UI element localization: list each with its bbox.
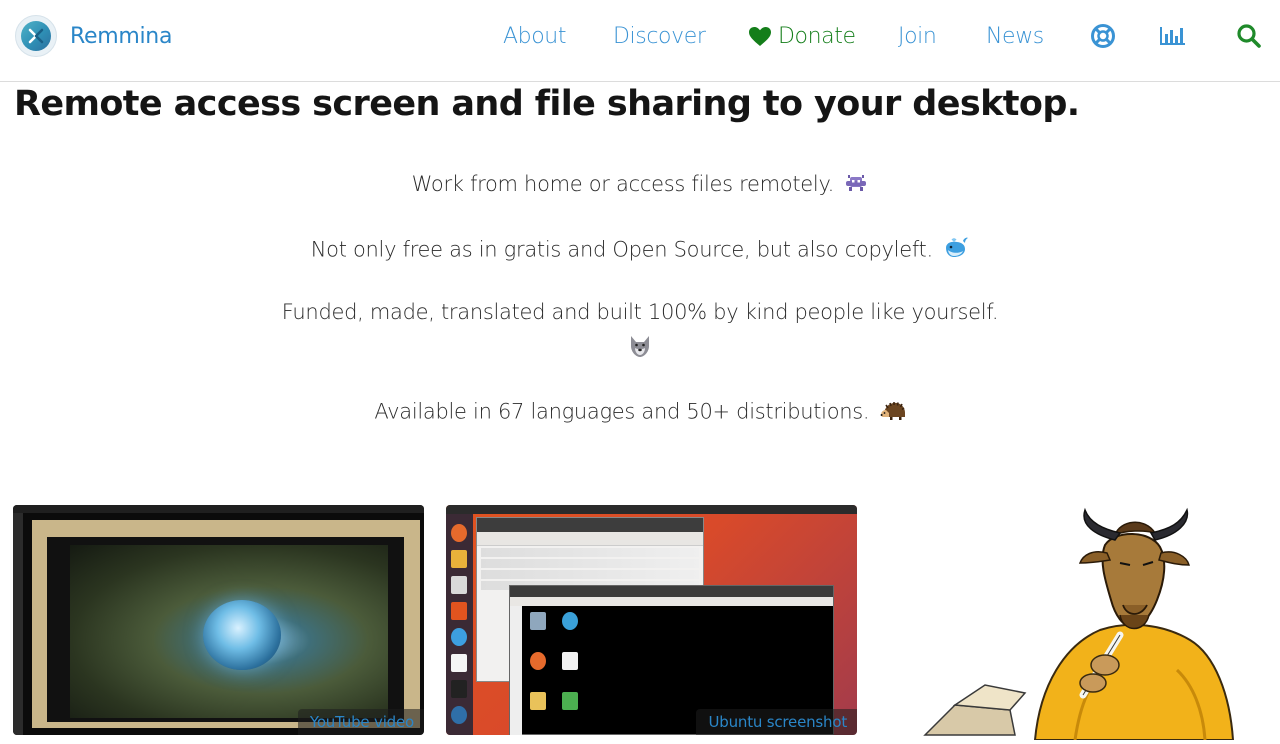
tagline-remote-text: Work from home or access files remotely. xyxy=(411,172,835,196)
nav-link-discover[interactable]: Discover xyxy=(613,24,706,49)
space-invader-icon xyxy=(844,173,868,198)
nav-link-news[interactable]: News xyxy=(986,24,1044,49)
tagline-remote: Work from home or access files remotely. xyxy=(0,172,1280,198)
network-icon xyxy=(562,612,578,630)
amazon-icon xyxy=(451,654,467,672)
winzip-icon xyxy=(562,692,578,710)
search-icon[interactable] xyxy=(1235,22,1263,50)
nav-item-join: Join xyxy=(898,0,937,72)
terminal-icon xyxy=(451,680,467,698)
ubuntu-dock xyxy=(446,514,473,735)
gnu-mascot-illustration xyxy=(923,507,1235,740)
tagline-copyleft-text: Not only free as in gratis and Open Sour… xyxy=(310,237,933,262)
nav-item-news: News xyxy=(986,0,1044,72)
nav-item-donate: Donate xyxy=(748,0,856,72)
folder-icon xyxy=(530,692,546,710)
nav-link-join[interactable]: Join xyxy=(898,24,937,49)
brand-name: Remmina xyxy=(70,23,173,49)
site-header: Remmina About Discover Donate Join News xyxy=(0,0,1280,82)
nav-link-donate-label: Donate xyxy=(778,23,856,49)
tagline-languages: Available in 67 languages and 50+ distri… xyxy=(0,399,1280,426)
nav-item-discover: Discover xyxy=(613,0,706,72)
firefox-icon xyxy=(451,524,467,542)
tagline-copyleft: Not only free as in gratis and Open Sour… xyxy=(0,236,1280,265)
heart-icon xyxy=(749,26,771,46)
wolf-icon xyxy=(627,333,653,364)
tagline-languages-text: Available in 67 languages and 50+ distri… xyxy=(374,399,870,424)
office-icon xyxy=(451,576,467,594)
brand-link[interactable]: Remmina xyxy=(15,15,172,57)
document-icon xyxy=(562,652,578,670)
page-title: Remote access screen and file sharing to… xyxy=(14,84,1080,124)
whale-icon xyxy=(943,236,969,265)
tagline-funded: Funded, made, translated and built 100% … xyxy=(281,300,999,324)
recycle-bin-icon xyxy=(530,612,546,630)
nav-link-about[interactable]: About xyxy=(503,24,566,49)
help-icon[interactable] xyxy=(1089,22,1117,50)
ubuntu-screenshot-thumbnail[interactable]: Ubuntu screenshot xyxy=(446,505,857,735)
files-icon xyxy=(451,550,467,568)
stats-icon[interactable] xyxy=(1158,22,1186,50)
remmina-app-icon xyxy=(451,706,467,724)
nav-link-donate[interactable]: Donate xyxy=(748,24,856,49)
ubuntu-screenshot-caption: Ubuntu screenshot xyxy=(696,709,857,735)
hedgehog-icon xyxy=(880,399,906,426)
lightbulb-image xyxy=(203,600,281,670)
help-app-icon xyxy=(451,628,467,646)
remmina-logo-icon xyxy=(15,15,57,57)
remote-firefox-icon xyxy=(530,652,546,670)
tagline-funded-emoji xyxy=(0,333,1280,364)
software-icon xyxy=(451,602,467,620)
youtube-video-caption: YouTube video xyxy=(297,709,424,735)
nav-item-about: About xyxy=(503,0,566,72)
youtube-video-thumbnail[interactable]: YouTube video xyxy=(13,505,424,735)
